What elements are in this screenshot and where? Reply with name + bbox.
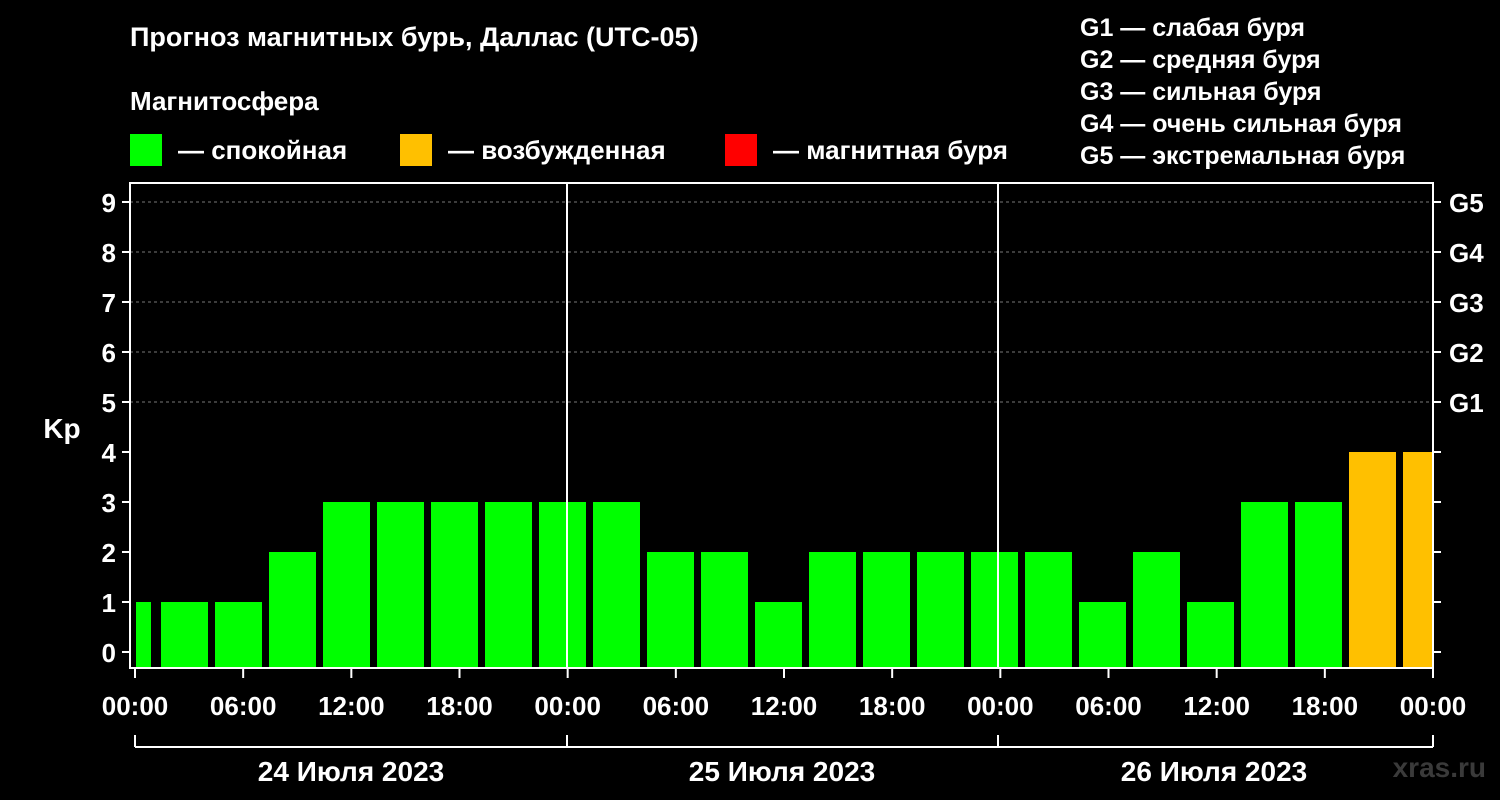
kp-bar [1349, 452, 1396, 668]
kp-bar [269, 552, 316, 668]
kp-bar [1187, 602, 1234, 668]
y-tick-label: 2 [102, 538, 116, 568]
y-tick-label: 6 [102, 338, 116, 368]
x-tick-label: 06:00 [643, 691, 710, 721]
y-tick-label: 1 [102, 588, 116, 618]
day-label: 24 Июля 2023 [258, 756, 444, 787]
y-tick-label: 3 [102, 488, 116, 518]
g-scale-tick-label: G3 [1449, 288, 1484, 318]
day-label: 26 Июля 2023 [1121, 756, 1307, 787]
y-tick-label: 4 [102, 438, 117, 468]
kp-bar [1403, 452, 1433, 668]
kp-bar [1025, 552, 1072, 668]
kp-bar [485, 502, 532, 668]
kp-bar [863, 552, 910, 668]
kp-chart: 0 1 2 3 4 5 6 7 8 9 G1 G2 G3 G4 G5 Kp 00:00 06:00 12:00 18:… [43, 182, 1484, 787]
y-tick-label: 0 [102, 638, 116, 668]
kp-bar [539, 502, 586, 668]
x-tick-label: 00:00 [967, 691, 1034, 721]
x-tick-label: 12:00 [751, 691, 818, 721]
kp-bar [161, 602, 208, 668]
x-tick-label: 12:00 [1183, 691, 1250, 721]
x-tick-label: 00:00 [102, 691, 169, 721]
kp-bar [593, 502, 640, 668]
y-axis-label: Kp [43, 413, 80, 444]
y-tick-label: 5 [102, 388, 116, 418]
kp-bar [647, 552, 694, 668]
kp-bar [323, 502, 370, 668]
kp-bar [755, 602, 802, 668]
x-tick-label: 06:00 [1075, 691, 1142, 721]
g-scale-tick-label: G2 [1449, 338, 1484, 368]
x-tick-label: 18:00 [1292, 691, 1359, 721]
kp-bar [136, 602, 151, 668]
y-tick-label: 7 [102, 288, 116, 318]
day-label: 25 Июля 2023 [689, 756, 875, 787]
kp-bar [215, 602, 262, 668]
g-scale-tick-label: G4 [1449, 238, 1484, 268]
kp-bar [1079, 602, 1126, 668]
x-tick-label: 18:00 [426, 691, 493, 721]
g-scale-tick-label: G1 [1449, 388, 1484, 418]
y-tick-label: 8 [102, 238, 116, 268]
y-tick-label: 9 [102, 188, 116, 218]
kp-bar [971, 552, 1018, 668]
g-scale-tick-label: G5 [1449, 188, 1484, 218]
kp-bar [1133, 552, 1180, 668]
kp-bar [1241, 502, 1288, 668]
kp-bar [431, 502, 478, 668]
kp-bar [917, 552, 964, 668]
x-tick-label: 06:00 [210, 691, 277, 721]
x-tick-label: 18:00 [859, 691, 926, 721]
kp-bar [701, 552, 748, 668]
x-tick-label: 00:00 [534, 691, 601, 721]
x-tick-label: 00:00 [1400, 691, 1467, 721]
kp-bar [1295, 502, 1342, 668]
kp-bar [377, 502, 424, 668]
bars [136, 452, 1433, 668]
x-tick-label: 12:00 [318, 691, 385, 721]
kp-bar [809, 552, 856, 668]
watermark: xras.ru [1392, 752, 1486, 783]
